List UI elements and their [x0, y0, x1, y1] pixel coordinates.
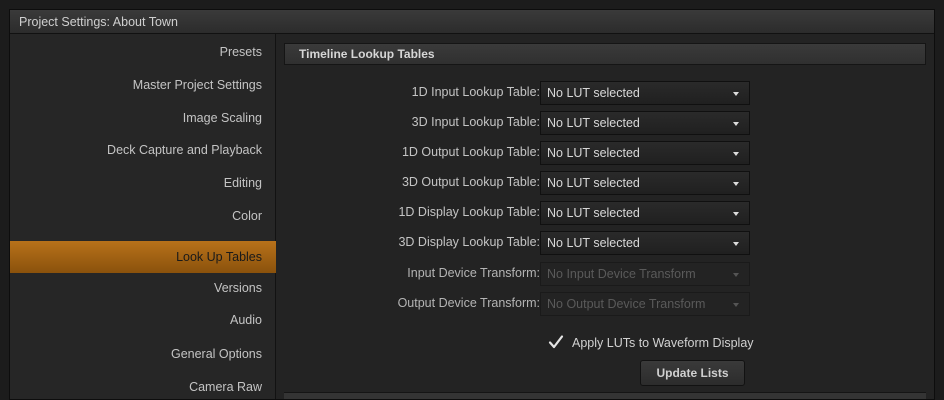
settings-content: Timeline Lookup Tables 1D Input Lookup T…: [276, 34, 934, 399]
sidebar-item-label: Color: [232, 209, 262, 223]
sidebar-item-label: Deck Capture and Playback: [107, 143, 262, 157]
lut-row: 3D Input Lookup Table: No LUT selected: [276, 110, 934, 136]
sidebar-item-label: Image Scaling: [182, 111, 262, 125]
checkmark-icon: [548, 335, 564, 349]
sidebar-item-general-options[interactable]: General Options: [10, 338, 276, 370]
dropdown-value: No Input Device Transform: [547, 267, 696, 281]
field-label: Output Device Transform:: [397, 296, 540, 310]
sidebar-item-master-project-settings[interactable]: Master Project Settings: [10, 69, 276, 101]
dropdown-value: No LUT selected: [547, 146, 640, 160]
field-label: 1D Output Lookup Table:: [401, 145, 540, 159]
1d-input-lut-dropdown[interactable]: No LUT selected: [540, 81, 750, 105]
section-header: Timeline Lookup Tables: [284, 43, 926, 65]
sidebar-item-label: Audio: [230, 313, 262, 327]
sidebar-item-label: Editing: [223, 176, 262, 190]
output-device-transform-dropdown: No Output Device Transform: [540, 292, 750, 316]
lut-row: 3D Output Lookup Table: No LUT selected: [276, 170, 934, 196]
project-settings-window: Project Settings: About Town Presets Mas…: [9, 9, 935, 400]
1d-display-lut-dropdown[interactable]: No LUT selected: [540, 201, 750, 225]
dropdown-value: No Output Device Transform: [547, 297, 706, 311]
dropdown-arrow-icon: [733, 303, 739, 307]
update-lists-button[interactable]: Update Lists: [640, 360, 745, 386]
dropdown-arrow-icon: [733, 182, 739, 186]
input-device-transform-dropdown: No Input Device Transform: [540, 262, 750, 286]
sidebar-item-label: Master Project Settings: [132, 78, 262, 92]
3d-display-lut-dropdown[interactable]: No LUT selected: [540, 231, 750, 255]
field-label: 3D Input Lookup Table:: [411, 115, 540, 129]
window-title: Project Settings: About Town: [19, 15, 178, 29]
dropdown-value: No LUT selected: [547, 116, 640, 130]
dropdown-value: No LUT selected: [547, 86, 640, 100]
3d-output-lut-dropdown[interactable]: No LUT selected: [540, 171, 750, 195]
lut-row: 1D Input Lookup Table: No LUT selected: [276, 80, 934, 106]
dropdown-value: No LUT selected: [547, 206, 640, 220]
sidebar-item-label: Look Up Tables: [176, 250, 262, 264]
sidebar-item-presets[interactable]: Presets: [10, 36, 276, 68]
dropdown-value: No LUT selected: [547, 176, 640, 190]
lut-row: 1D Display Lookup Table: No LUT selected: [276, 200, 934, 226]
dropdown-arrow-icon: [733, 122, 739, 126]
sidebar-item-color[interactable]: Color: [10, 200, 276, 232]
sidebar-item-label: Camera Raw: [189, 380, 262, 394]
lut-row: 3D Display Lookup Table: No LUT selected: [276, 230, 934, 256]
sidebar-item-versions[interactable]: Versions: [10, 272, 276, 304]
dropdown-arrow-icon: [733, 92, 739, 96]
sidebar-item-camera-raw[interactable]: Camera Raw: [10, 371, 276, 399]
sidebar-item-editing[interactable]: Editing: [10, 167, 276, 199]
sidebar-item-label: Presets: [219, 45, 262, 59]
field-label: 1D Display Lookup Table:: [398, 205, 540, 219]
checkbox-label: Apply LUTs to Waveform Display: [572, 336, 754, 350]
sidebar-item-label: Versions: [214, 281, 262, 295]
sidebar-item-image-scaling[interactable]: Image Scaling: [10, 102, 276, 134]
dropdown-arrow-icon: [733, 242, 739, 246]
3d-input-lut-dropdown[interactable]: No LUT selected: [540, 111, 750, 135]
sidebar-item-deck-capture-and-playback[interactable]: Deck Capture and Playback: [10, 134, 276, 166]
section-footer: [284, 392, 926, 399]
settings-sidebar: Presets Master Project Settings Image Sc…: [10, 34, 276, 399]
sidebar-item-audio[interactable]: Audio: [10, 304, 276, 336]
lut-row: 1D Output Lookup Table: No LUT selected: [276, 140, 934, 166]
dropdown-arrow-icon: [733, 273, 739, 277]
sidebar-item-label: General Options: [170, 347, 262, 361]
field-label: 3D Display Lookup Table:: [398, 235, 540, 249]
dropdown-value: No LUT selected: [547, 236, 640, 250]
field-label: 3D Output Lookup Table:: [401, 175, 540, 189]
field-label: Input Device Transform:: [407, 266, 540, 280]
section-title: Timeline Lookup Tables: [299, 47, 435, 61]
1d-output-lut-dropdown[interactable]: No LUT selected: [540, 141, 750, 165]
dropdown-arrow-icon: [733, 212, 739, 216]
transform-row: Output Device Transform: No Output Devic…: [276, 291, 934, 317]
sidebar-item-look-up-tables[interactable]: Look Up Tables: [10, 241, 276, 273]
transform-row: Input Device Transform: No Input Device …: [276, 261, 934, 287]
field-label: 1D Input Lookup Table:: [411, 85, 540, 99]
title-bar: Project Settings: About Town: [10, 10, 934, 34]
dropdown-arrow-icon: [733, 152, 739, 156]
